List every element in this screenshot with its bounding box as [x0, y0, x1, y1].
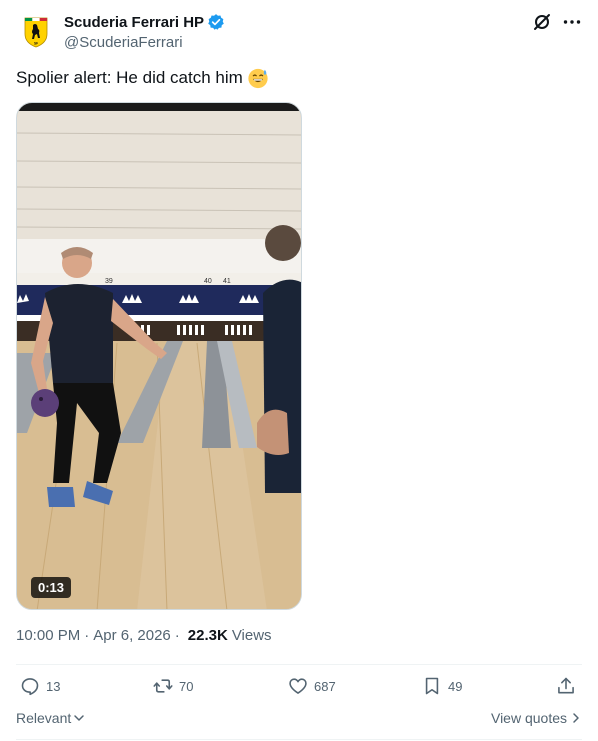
repost-count: 70 — [179, 678, 194, 694]
video-player[interactable]: 39 40 41 0:13 — [16, 102, 302, 610]
relevant-sort-dropdown[interactable]: Relevant — [16, 710, 85, 726]
tweet-text: Spolier alert: He did catch him — [16, 66, 269, 90]
share-icon — [558, 677, 574, 694]
views-label: Views — [231, 627, 272, 644]
author-handle[interactable]: @ScuderiaFerrari — [64, 34, 225, 51]
video-duration-badge: 0:13 — [31, 577, 72, 598]
tweet-header: SF Scuderia Ferrari HP @ScuderiaFerrari — [16, 10, 582, 54]
more-options-icon[interactable] — [562, 12, 582, 32]
display-name[interactable]: Scuderia Ferrari HP — [64, 14, 204, 31]
grinning-sweat-emoji-icon — [248, 68, 268, 89]
avatar[interactable]: SF — [16, 12, 56, 52]
tweet-text-content: Spolier alert: He did catch him — [16, 68, 243, 87]
replies-footer: Relevant View quotes — [16, 710, 582, 730]
svg-text:SF: SF — [34, 42, 38, 46]
author-names: Scuderia Ferrari HP @ScuderiaFerrari — [64, 12, 225, 51]
bookmark-count: 49 — [448, 678, 463, 694]
bowling-alley-video-frame: 39 40 41 — [17, 103, 301, 609]
like-count: 687 — [314, 678, 336, 694]
tweet-meta: 10:00 PM · Apr 6, 2026 · 22.3K Views — [16, 627, 272, 644]
relevant-label: Relevant — [16, 710, 72, 726]
meta-separator: · — [84, 627, 90, 644]
like-button[interactable]: 687 — [288, 676, 336, 696]
chevron-right-icon — [573, 713, 579, 723]
view-quotes-link[interactable]: View quotes — [491, 710, 582, 726]
grok-icon[interactable] — [532, 12, 552, 32]
bookmark-icon — [425, 677, 439, 695]
ferrari-shield-icon: SF — [24, 17, 48, 48]
action-bar: 13 70 687 49 — [16, 676, 582, 702]
repost-icon — [153, 679, 173, 693]
meta-separator: · — [174, 627, 180, 644]
lane-number-40: 40 — [204, 278, 212, 285]
bookmark-button[interactable]: 49 — [422, 676, 462, 696]
divider — [16, 739, 582, 740]
reply-button[interactable]: 13 — [20, 676, 60, 696]
repost-button[interactable]: 70 — [153, 676, 193, 696]
lane-number-39: 39 — [105, 278, 113, 285]
top-actions — [532, 12, 582, 32]
chevron-down-icon — [74, 715, 85, 721]
view-quotes-label: View quotes — [490, 710, 567, 726]
heart-icon — [289, 678, 307, 694]
divider — [16, 664, 582, 665]
tweet-time[interactable]: 10:00 PM — [16, 627, 80, 644]
lane-number-41: 41 — [223, 278, 231, 285]
reply-count: 13 — [46, 678, 61, 694]
tweet-date[interactable]: Apr 6, 2026 — [93, 627, 171, 644]
views-count: 22.3K — [187, 627, 228, 644]
share-button[interactable] — [556, 676, 576, 696]
reply-icon — [21, 678, 39, 696]
verified-badge-icon[interactable] — [207, 13, 225, 31]
